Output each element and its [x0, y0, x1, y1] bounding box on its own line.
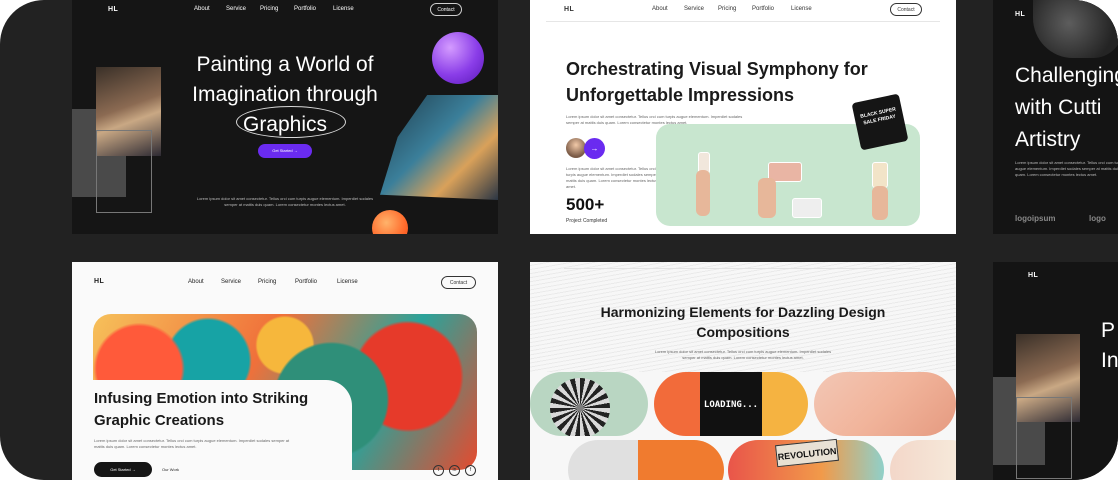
nav-portfolio[interactable]: Portfolio — [294, 6, 316, 12]
nav-portfolio[interactable]: Portfolio — [295, 279, 317, 285]
nav-about[interactable]: About — [188, 279, 204, 285]
orange-orb — [372, 210, 408, 234]
our-work-link[interactable]: Our Work — [162, 467, 179, 472]
gallery-item[interactable] — [890, 440, 956, 480]
nav-pricing[interactable]: Pricing — [718, 6, 736, 12]
avatar — [566, 138, 586, 158]
preview-card-harmonizing[interactable]: Harmonizing Elements for Dazzling Design… — [530, 262, 956, 480]
hand-image — [758, 178, 776, 218]
gallery-item[interactable]: LOADING... — [654, 372, 808, 436]
nav-about[interactable]: About — [652, 6, 668, 12]
partner-logo: logo — [1089, 214, 1106, 223]
stat-value: 500+ — [566, 195, 605, 214]
linkedin-icon[interactable]: in — [449, 465, 460, 476]
purple-orb — [432, 32, 484, 84]
hero-description: Lorem ipsum dolor sit amet consectetur. … — [196, 196, 374, 207]
hand-image — [696, 170, 710, 216]
sale-badge: BLACK SUPER SALE FRIDAY — [851, 93, 909, 151]
get-started-button[interactable]: Get Started → — [94, 462, 152, 477]
hero-title: Infusing Emotion into Striking Graphic C… — [94, 390, 309, 429]
stat-description: Lorem ipsum dolor sit amet consectetur. … — [566, 166, 665, 189]
brand-logo[interactable]: HL — [1015, 11, 1025, 18]
contact-button[interactable]: Contact — [430, 3, 462, 16]
decor-frame — [96, 130, 152, 213]
facebook-icon[interactable]: f — [465, 465, 476, 476]
hero-title: Harmonizing Elements for Dazzling Design… — [600, 304, 886, 340]
hero-title: Orchestrating Visual Symphony for Unforg… — [566, 59, 868, 105]
contact-button[interactable]: Contact — [890, 3, 922, 16]
partner-logo: logoipsum — [1015, 214, 1056, 223]
gallery-item[interactable] — [568, 440, 724, 480]
preview-card-challenging[interactable]: HL Challenging with Cutti Artistry Lorem… — [993, 0, 1118, 234]
nav-license[interactable]: License — [333, 6, 354, 12]
preview-card-emotion[interactable]: HL About Service Pricing Portfolio Licen… — [72, 262, 498, 480]
hero-title: Challenging with Cutti Artistry — [1015, 64, 1118, 151]
brand-logo[interactable]: HL — [94, 278, 104, 285]
hero-title: Painting a World of Imagination through … — [192, 53, 378, 136]
hero-description: Lorem ipsum dolor sit amet consectetur. … — [1015, 160, 1118, 177]
header-divider — [546, 21, 940, 22]
gallery-item[interactable] — [530, 372, 648, 436]
preview-card-graphics-dark[interactable]: HL About Service Pricing Portfolio Licen… — [72, 0, 498, 234]
nav-service[interactable]: Service — [684, 6, 704, 12]
nav-license[interactable]: License — [791, 6, 812, 12]
nav-service[interactable]: Service — [226, 6, 246, 12]
phone-image — [792, 198, 822, 218]
hero-description: Lorem ipsum dolor sit amet consectetur. … — [654, 349, 832, 360]
preview-card-dark-partial[interactable]: HL P In — [993, 262, 1118, 480]
nav-license[interactable]: License — [337, 279, 358, 285]
nav-portfolio[interactable]: Portfolio — [752, 6, 774, 12]
hand-image — [872, 186, 888, 220]
preview-card-visual-symphony[interactable]: HL About Service Pricing Portfolio Licen… — [530, 0, 956, 234]
header-divider — [564, 268, 920, 269]
sunburst-artwork — [550, 378, 610, 436]
decor-blob — [1033, 0, 1118, 58]
twitter-icon[interactable]: t — [433, 465, 444, 476]
decor-frame — [1016, 397, 1072, 479]
nav-about[interactable]: About — [194, 6, 210, 12]
nav-pricing[interactable]: Pricing — [260, 6, 278, 12]
get-started-button[interactable]: Get Started → — [258, 144, 312, 158]
contact-button[interactable]: Contact — [441, 276, 476, 289]
phone-image — [872, 162, 888, 188]
stat-label: Project Completed — [566, 218, 608, 224]
brand-logo[interactable]: HL — [564, 6, 574, 13]
gallery-board: HL About Service Pricing Portfolio Licen… — [0, 0, 1118, 480]
brand-logo[interactable]: HL — [108, 6, 118, 13]
brand-logo[interactable]: HL — [1028, 272, 1038, 279]
hero-description: Lorem ipsum dolor sit amet consectetur. … — [94, 438, 290, 449]
gallery-item[interactable] — [814, 372, 956, 436]
nav-service[interactable]: Service — [221, 279, 241, 285]
nav-pricing[interactable]: Pricing — [258, 279, 276, 285]
arrow-right-icon[interactable]: → — [584, 138, 605, 159]
loading-text: LOADING... — [703, 400, 759, 410]
hero-title: P In — [1101, 319, 1118, 372]
